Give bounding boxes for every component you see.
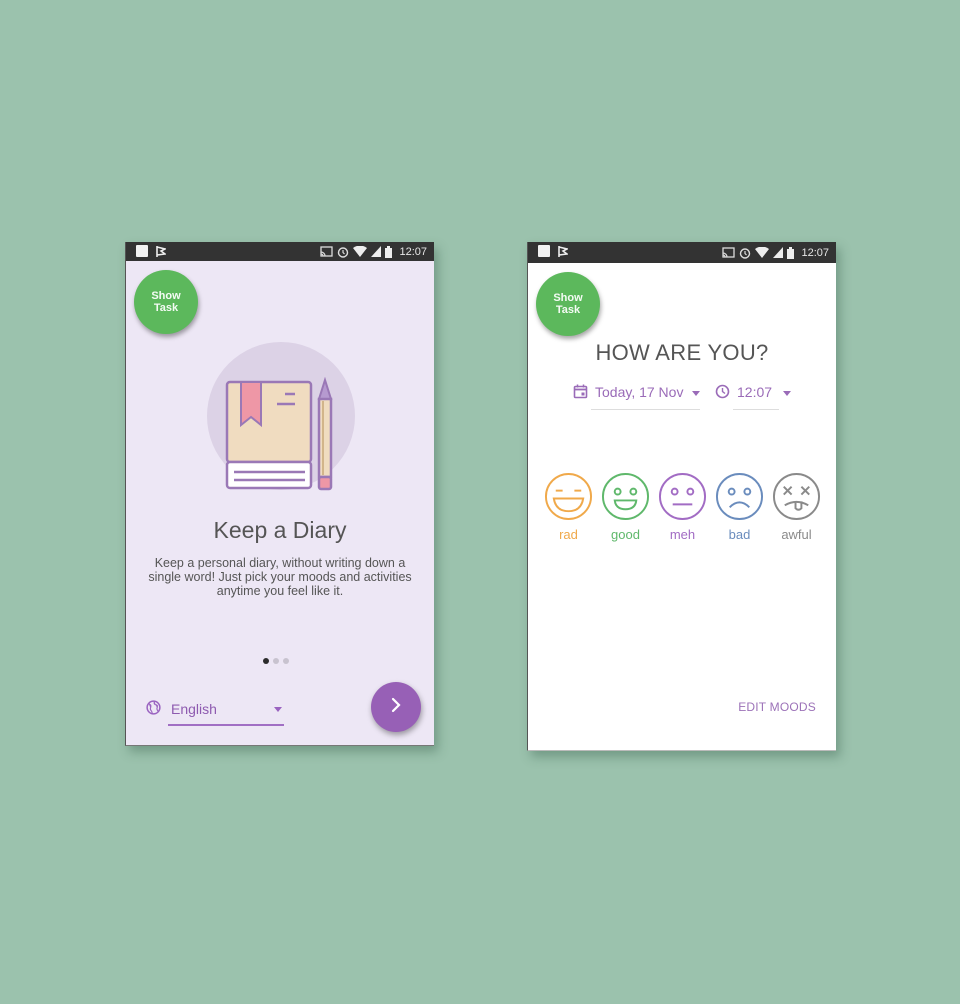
neutral-face-icon — [658, 472, 707, 521]
cell-signal-icon — [371, 246, 382, 257]
pencil-icon — [317, 376, 333, 491]
book-icon — [225, 380, 313, 490]
notification-square-icon — [136, 245, 148, 257]
language-value: English — [171, 701, 217, 717]
diary-illustration — [221, 376, 341, 502]
time-picker[interactable]: 12:07 — [715, 382, 791, 410]
next-button[interactable] — [371, 682, 421, 732]
show-task-button[interactable]: Show Task — [134, 270, 198, 334]
chevron-right-icon — [389, 697, 403, 718]
mood-option-good[interactable]: good — [601, 472, 650, 542]
show-task-label-line1: Show — [553, 292, 583, 304]
mood-list: rad good meh bad awful — [544, 472, 821, 542]
dizzy-face-icon — [772, 472, 821, 521]
time-value: 12:07 — [737, 384, 773, 400]
edit-moods-button[interactable]: EDIT MOODS — [738, 700, 816, 714]
show-task-label-line1: Show — [151, 290, 181, 302]
date-value: Today, 17 Nov — [595, 384, 684, 400]
page-description: Keep a personal diary, without writing d… — [148, 556, 412, 598]
status-time: 12:07 — [399, 245, 427, 258]
time-underline — [733, 409, 779, 410]
page-indicator — [263, 658, 289, 664]
calendar-icon — [573, 384, 588, 404]
dropdown-caret-icon — [783, 391, 791, 396]
page-dot[interactable] — [283, 658, 289, 664]
sad-face-icon — [715, 472, 764, 521]
laughing-face-icon — [544, 472, 593, 521]
mood-entry-screen: 12:07 Show Task HOW ARE YOU? Today, 17 N… — [527, 242, 836, 751]
mood-label: good — [611, 527, 640, 542]
alarm-icon — [739, 247, 751, 259]
mood-option-bad[interactable]: bad — [715, 472, 764, 542]
mood-option-awful[interactable]: awful — [772, 472, 821, 542]
show-task-label-line2: Task — [153, 302, 179, 314]
app-notification-icon — [156, 245, 166, 257]
mood-option-rad[interactable]: rad — [544, 472, 593, 542]
language-select[interactable]: English — [146, 698, 284, 726]
battery-icon — [787, 246, 795, 259]
mood-label: awful — [781, 527, 812, 542]
wifi-icon — [353, 246, 368, 257]
smiling-face-icon — [601, 472, 650, 521]
status-time: 12:07 — [801, 246, 829, 259]
mood-option-meh[interactable]: meh — [658, 472, 707, 542]
show-task-button[interactable]: Show Task — [536, 272, 600, 336]
notification-square-icon — [538, 245, 550, 257]
mood-label: meh — [669, 527, 696, 542]
status-bar: 12:07 — [126, 242, 434, 261]
cast-icon — [320, 246, 334, 257]
page-title: Keep a Diary — [213, 517, 347, 543]
language-underline — [168, 724, 284, 726]
cell-signal-icon — [773, 247, 784, 258]
date-picker[interactable]: Today, 17 Nov — [573, 382, 700, 410]
onboarding-screen: 12:07 Show Task Keep a Diary Keep a pers… — [125, 242, 434, 746]
page-title: HOW ARE YOU? — [595, 340, 769, 365]
app-notification-icon — [558, 245, 568, 257]
show-task-label-line2: Task — [555, 304, 581, 316]
alarm-icon — [337, 246, 349, 258]
page-dot-active[interactable] — [263, 658, 269, 664]
mood-label: rad — [559, 527, 578, 542]
wifi-icon — [755, 247, 770, 258]
page-dot[interactable] — [273, 658, 279, 664]
globe-icon — [146, 700, 161, 720]
dropdown-caret-icon — [692, 391, 700, 396]
date-underline — [591, 409, 700, 410]
status-bar: 12:07 — [528, 242, 836, 263]
battery-icon — [385, 245, 393, 258]
clock-icon — [715, 384, 730, 404]
cast-icon — [722, 247, 736, 258]
mood-label: bad — [728, 527, 751, 542]
dropdown-caret-icon — [274, 707, 282, 712]
